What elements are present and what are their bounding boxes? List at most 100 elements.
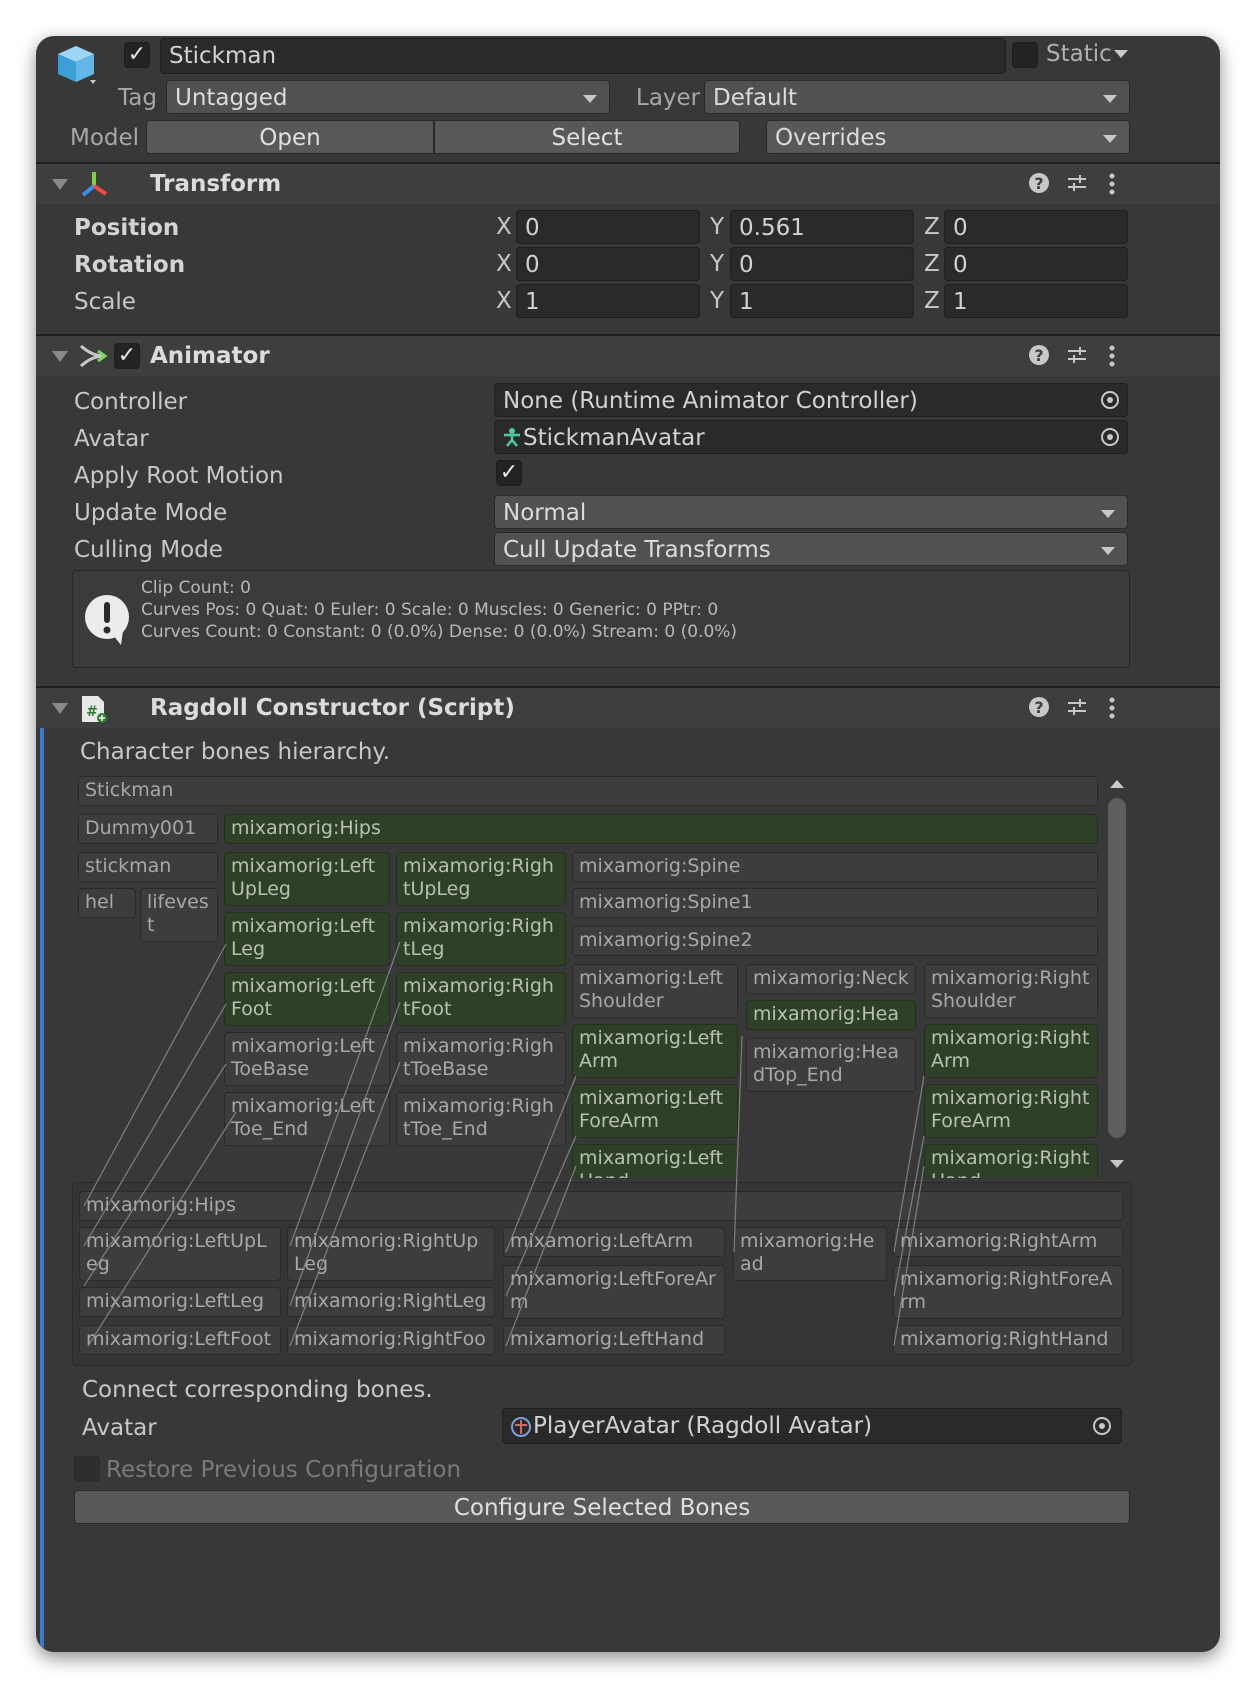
ragdoll-bone-right-arm[interactable]: mixamorig:RightArm (893, 1227, 1123, 1257)
ragdoll-bone-right-up-leg[interactable]: mixamorig:RightUpLeg (287, 1227, 495, 1281)
update-mode-dropdown[interactable]: Normal (494, 495, 1128, 529)
bone-right-foot[interactable]: mixamorig:RightFoot (396, 972, 566, 1026)
scale-y-field[interactable]: 1 (730, 284, 914, 318)
bone-spine2[interactable]: mixamorig:Spine2 (572, 926, 1098, 956)
active-checkbox[interactable]: ✓ (124, 42, 150, 68)
ragdoll-bone-left-leg[interactable]: mixamorig:LeftLeg (79, 1287, 281, 1317)
kebab-menu-icon[interactable] (1106, 172, 1118, 202)
bones-hierarchy-view[interactable]: Stickman Dummy001 mixamorig:Hips stickma… (74, 774, 1140, 1178)
scrollbar-thumb[interactable] (1108, 798, 1126, 1138)
configure-selected-bones-button[interactable]: Configure Selected Bones (74, 1490, 1130, 1524)
bone-right-toe-end[interactable]: mixamorig:RightToe_End (396, 1092, 566, 1146)
bone-left-fore-arm[interactable]: mixamorig:LeftForeArm (572, 1084, 738, 1138)
scale-z-field[interactable]: 1 (944, 284, 1128, 318)
scroll-up-arrow-icon[interactable] (1110, 780, 1124, 788)
scale-x-label[interactable]: X (496, 284, 512, 318)
kebab-menu-icon[interactable] (1106, 344, 1118, 374)
presets-icon[interactable] (1066, 344, 1088, 372)
rotation-x-field[interactable]: 0 (516, 247, 700, 281)
ragdoll-header[interactable]: # Ragdoll Constructor (Script) ? (36, 688, 1220, 728)
bone-right-leg[interactable]: mixamorig:RightLeg (396, 912, 566, 966)
kebab-menu-icon[interactable] (1106, 696, 1118, 726)
object-picker-icon[interactable] (1092, 1416, 1112, 1440)
bone-right-toe-base[interactable]: mixamorig:RightToeBase (396, 1032, 566, 1086)
select-button[interactable]: Select (434, 120, 740, 154)
bone-left-up-leg[interactable]: mixamorig:LeftUpLeg (224, 852, 390, 906)
open-button[interactable]: Open (146, 120, 434, 154)
avatar-field[interactable]: StickmanAvatar (494, 420, 1128, 454)
bone-left-toe-base[interactable]: mixamorig:LeftToeBase (224, 1032, 390, 1086)
bone-right-up-leg[interactable]: mixamorig:RightUpLeg (396, 852, 566, 906)
apply-root-motion-checkbox[interactable]: ✓ (496, 460, 522, 486)
bone-neck[interactable]: mixamorig:Neck (746, 964, 916, 994)
prefab-cube-icon[interactable] (52, 40, 100, 88)
bone-right-fore-arm[interactable]: mixamorig:RightForeArm (924, 1084, 1098, 1138)
presets-icon[interactable] (1066, 696, 1088, 724)
scale-z-label[interactable]: Z (924, 284, 940, 318)
restore-configuration-checkbox[interactable] (74, 1456, 100, 1482)
bone-spine[interactable]: mixamorig:Spine (572, 852, 1098, 882)
controller-field[interactable]: None (Runtime Animator Controller) (494, 383, 1128, 417)
help-icon[interactable]: ? (1028, 696, 1050, 724)
position-y-field[interactable]: 0.561 (730, 210, 914, 244)
ragdoll-bone-left-up-leg[interactable]: mixamorig:LeftUpLeg (79, 1227, 281, 1281)
object-picker-icon[interactable] (1100, 390, 1120, 414)
ragdoll-bone-right-foot[interactable]: mixamorig:RightFoot (287, 1325, 495, 1355)
position-x-label[interactable]: X (496, 210, 512, 244)
position-z-field[interactable]: 0 (944, 210, 1128, 244)
bone-left-foot[interactable]: mixamorig:LeftFoot (224, 972, 390, 1026)
overrides-dropdown[interactable]: Overrides (766, 120, 1130, 154)
bone-right-shoulder[interactable]: mixamorig:RightShoulder (924, 964, 1098, 1018)
ragdoll-bone-hips[interactable]: mixamorig:Hips (79, 1191, 1123, 1221)
ragdoll-bone-left-hand[interactable]: mixamorig:LeftHand (503, 1325, 725, 1355)
static-label[interactable]: Static (1046, 38, 1112, 70)
help-icon[interactable]: ? (1028, 344, 1050, 372)
scale-x-field[interactable]: 1 (516, 284, 700, 318)
bone-left-leg[interactable]: mixamorig:LeftLeg (224, 912, 390, 966)
bone-lifevest[interactable]: lifevest (140, 888, 218, 942)
foldout-arrow-icon[interactable] (52, 179, 68, 190)
bone-left-toe-end[interactable]: mixamorig:LeftToe_End (224, 1092, 390, 1146)
animator-header[interactable]: ✓ Animator ? (36, 336, 1220, 376)
static-checkbox[interactable] (1012, 42, 1038, 68)
scroll-down-arrow-icon[interactable] (1110, 1160, 1124, 1168)
animator-enabled-checkbox[interactable]: ✓ (114, 343, 140, 369)
bone-stickman[interactable]: Stickman (78, 776, 1098, 806)
bone-left-arm[interactable]: mixamorig:LeftArm (572, 1024, 738, 1078)
bone-hips[interactable]: mixamorig:Hips (224, 814, 1098, 844)
bone-dummy001[interactable]: Dummy001 (78, 814, 218, 844)
help-icon[interactable]: ? (1028, 172, 1050, 200)
ragdoll-bone-right-leg[interactable]: mixamorig:RightLeg (287, 1287, 495, 1317)
rotation-y-label[interactable]: Y (710, 247, 724, 281)
ragdoll-bone-left-fore-arm[interactable]: mixamorig:LeftForeArm (503, 1265, 725, 1319)
rotation-z-field[interactable]: 0 (944, 247, 1128, 281)
bone-right-hand[interactable]: mixamorig:RightHand (924, 1144, 1098, 1178)
ragdoll-bone-left-foot[interactable]: mixamorig:LeftFoot (79, 1325, 281, 1355)
ragdoll-avatar-field[interactable]: PlayerAvatar (Ragdoll Avatar) (502, 1408, 1122, 1444)
rotation-x-label[interactable]: X (496, 247, 512, 281)
bone-spine1[interactable]: mixamorig:Spine1 (572, 888, 1098, 918)
tag-dropdown[interactable]: Untagged (166, 80, 610, 114)
layer-dropdown[interactable]: Default (704, 80, 1130, 114)
bone-head-top-end[interactable]: mixamorig:HeadTop_End (746, 1038, 916, 1092)
object-picker-icon[interactable] (1100, 427, 1120, 451)
bone-head[interactable]: mixamorig:Head (746, 1000, 916, 1030)
rotation-y-field[interactable]: 0 (730, 247, 914, 281)
bone-stickman-mesh[interactable]: stickman (78, 852, 218, 882)
static-dropdown-icon[interactable] (1114, 50, 1128, 58)
bone-right-arm[interactable]: mixamorig:RightArm (924, 1024, 1098, 1078)
ragdoll-bone-head[interactable]: mixamorig:Head (733, 1227, 887, 1281)
rotation-z-label[interactable]: Z (924, 247, 940, 281)
position-y-label[interactable]: Y (710, 210, 724, 244)
position-z-label[interactable]: Z (924, 210, 940, 244)
culling-mode-dropdown[interactable]: Cull Update Transforms (494, 532, 1128, 566)
scale-y-label[interactable]: Y (710, 284, 724, 318)
bone-helm[interactable]: helm (78, 888, 136, 918)
foldout-arrow-icon[interactable] (52, 703, 68, 714)
foldout-arrow-icon[interactable] (52, 351, 68, 362)
ragdoll-bone-left-arm[interactable]: mixamorig:LeftArm (503, 1227, 725, 1257)
transform-header[interactable]: Transform ? (36, 164, 1220, 204)
bone-left-hand[interactable]: mixamorig:LeftHand (572, 1144, 738, 1178)
position-x-field[interactable]: 0 (516, 210, 700, 244)
ragdoll-bone-right-hand[interactable]: mixamorig:RightHand (893, 1325, 1123, 1355)
